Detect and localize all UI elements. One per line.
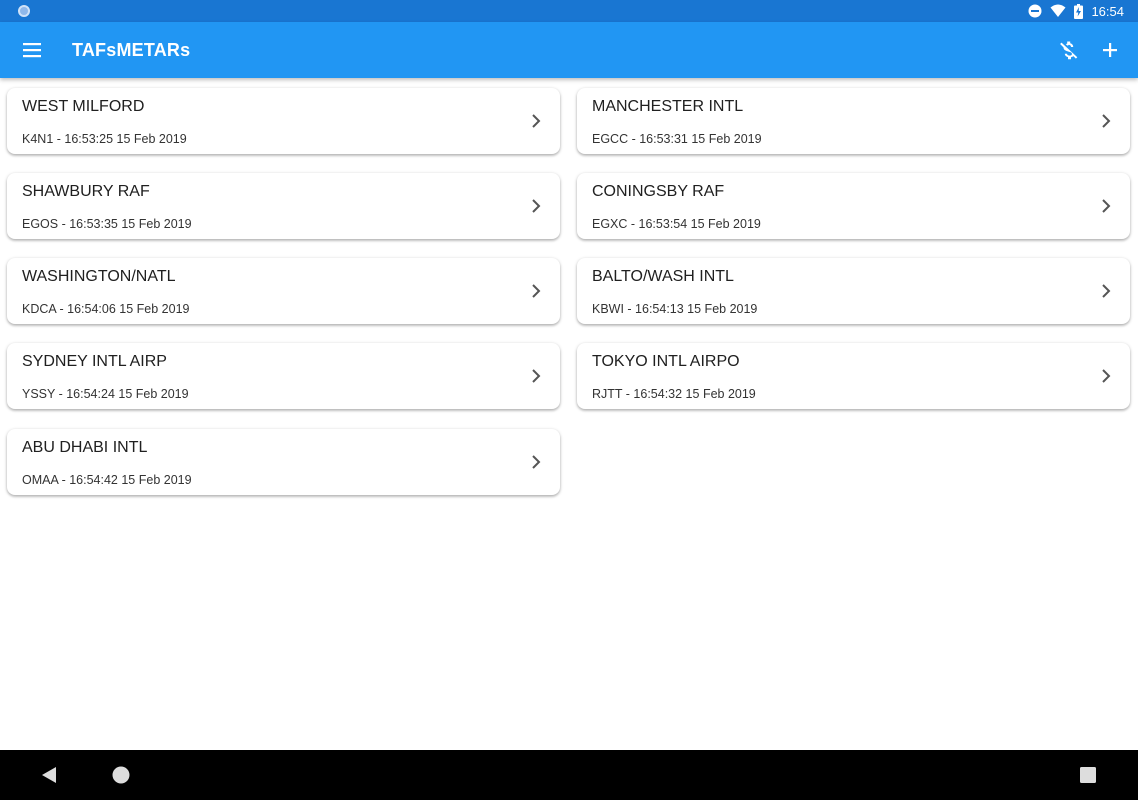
station-card-washington-natl[interactable]: WASHINGTON/NATL KDCA - 16:54:06 15 Feb 2… xyxy=(7,258,560,324)
station-name: WEST MILFORD xyxy=(22,98,145,115)
station-name: TOKYO INTL AIRPO xyxy=(592,353,740,370)
hamburger-menu-icon[interactable] xyxy=(20,38,44,62)
station-card-coningsby-raf[interactable]: CONINGSBY RAF EGXC - 16:53:54 15 Feb 201… xyxy=(577,173,1130,239)
station-name: WASHINGTON/NATL xyxy=(22,268,176,285)
chevron-right-icon xyxy=(1102,284,1111,298)
station-card-abu-dhabi-intl[interactable]: ABU DHABI INTL OMAA - 16:54:42 15 Feb 20… xyxy=(7,429,560,495)
chevron-right-icon xyxy=(1102,199,1111,213)
station-list: WEST MILFORD K4N1 - 16:53:25 15 Feb 2019… xyxy=(0,78,1138,750)
chevron-right-icon xyxy=(532,199,541,213)
station-card-sydney-intl-airp[interactable]: SYDNEY INTL AIRP YSSY - 16:54:24 15 Feb … xyxy=(7,343,560,409)
station-detail: YSSY - 16:54:24 15 Feb 2019 xyxy=(22,387,189,401)
station-card-shawbury-raf[interactable]: SHAWBURY RAF EGOS - 16:53:35 15 Feb 2019 xyxy=(7,173,560,239)
system-nav-bar xyxy=(0,750,1138,800)
chevron-right-icon xyxy=(532,284,541,298)
home-icon[interactable] xyxy=(112,766,130,789)
station-name: SHAWBURY RAF xyxy=(22,183,150,200)
app-title: TAFsMETARs xyxy=(72,40,191,60)
battery-charging-icon xyxy=(1074,3,1084,19)
do-not-disturb-icon xyxy=(1028,4,1042,18)
station-detail: KBWI - 16:54:13 15 Feb 2019 xyxy=(592,302,758,316)
station-detail: RJTT - 16:54:32 15 Feb 2019 xyxy=(592,387,756,401)
chevron-right-icon xyxy=(1102,114,1111,128)
station-card-balto-wash-intl[interactable]: BALTO/WASH INTL KBWI - 16:54:13 15 Feb 2… xyxy=(577,258,1130,324)
chevron-right-icon xyxy=(532,455,541,469)
station-card-west-milford[interactable]: WEST MILFORD K4N1 - 16:53:25 15 Feb 2019 xyxy=(7,88,560,154)
money-off-icon[interactable] xyxy=(1056,38,1080,62)
app-bar: TAFsMETARs xyxy=(0,22,1138,78)
notification-dot-icon xyxy=(18,5,30,17)
station-name: CONINGSBY RAF xyxy=(592,183,725,200)
back-icon[interactable] xyxy=(40,766,58,789)
station-name: ABU DHABI INTL xyxy=(22,439,148,456)
station-name: MANCHESTER INTL xyxy=(592,98,744,115)
station-name: BALTO/WASH INTL xyxy=(592,268,734,285)
status-time: 16:54 xyxy=(1091,3,1124,19)
station-name: SYDNEY INTL AIRP xyxy=(22,353,167,370)
station-card-manchester-intl[interactable]: MANCHESTER INTL EGCC - 16:53:31 15 Feb 2… xyxy=(577,88,1130,154)
chevron-right-icon xyxy=(1102,369,1111,383)
station-detail: EGCC - 16:53:31 15 Feb 2019 xyxy=(592,132,762,146)
status-icons: 16:54 xyxy=(1028,2,1124,20)
status-bar: 16:54 xyxy=(0,0,1138,22)
station-detail: K4N1 - 16:53:25 15 Feb 2019 xyxy=(22,132,187,146)
station-detail: KDCA - 16:54:06 15 Feb 2019 xyxy=(22,302,190,316)
station-detail: OMAA - 16:54:42 15 Feb 2019 xyxy=(22,473,192,487)
recents-icon[interactable] xyxy=(1080,767,1096,788)
wifi-icon xyxy=(1050,4,1066,18)
station-card-tokyo-intl-airpo[interactable]: TOKYO INTL AIRPO RJTT - 16:54:32 15 Feb … xyxy=(577,343,1130,409)
station-detail: EGOS - 16:53:35 15 Feb 2019 xyxy=(22,217,192,231)
chevron-right-icon xyxy=(532,369,541,383)
chevron-right-icon xyxy=(532,114,541,128)
add-icon[interactable] xyxy=(1098,38,1122,62)
station-detail: EGXC - 16:53:54 15 Feb 2019 xyxy=(592,217,761,231)
